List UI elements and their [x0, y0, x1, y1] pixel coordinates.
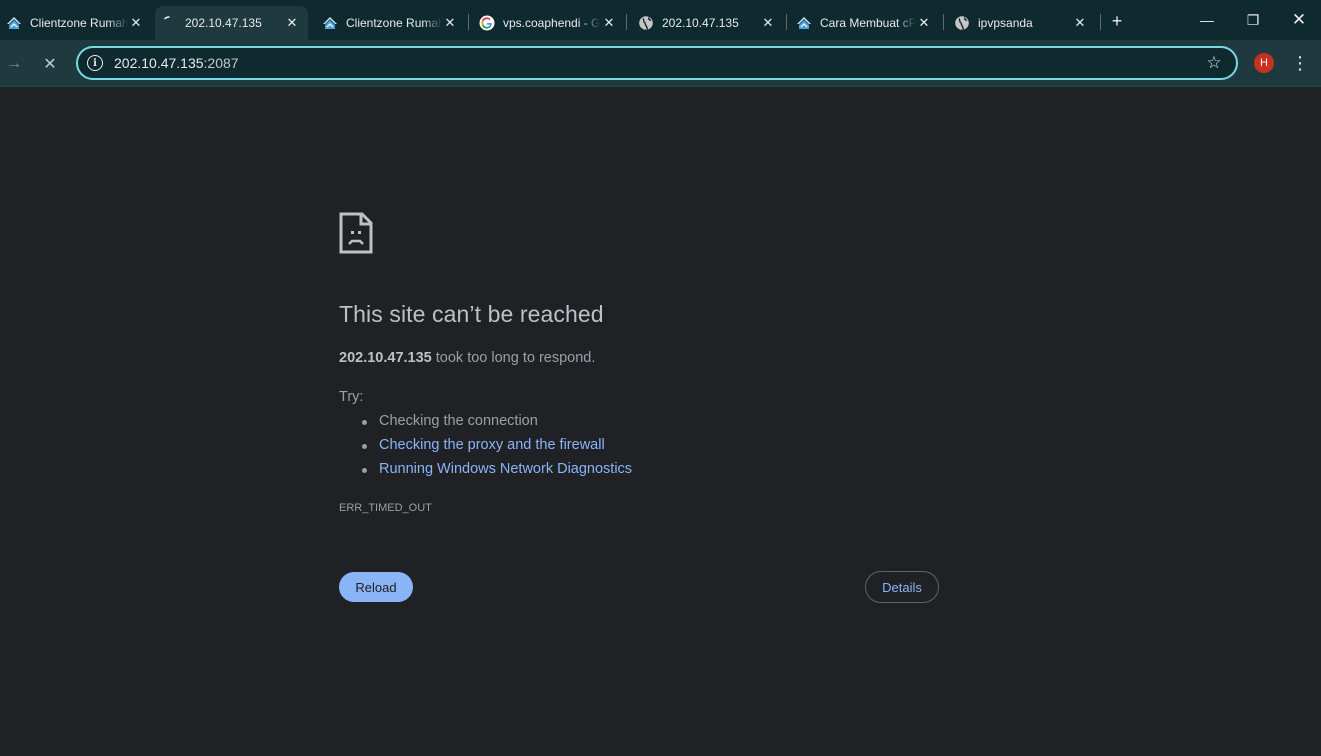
error-description: 202.10.47.135 took too long to respond.	[339, 350, 595, 366]
suggestion-proxy-firewall-link[interactable]: Checking the proxy and the firewall	[362, 437, 605, 453]
rumahweb-icon	[796, 15, 812, 31]
suggestion-check-connection: Checking the connection	[362, 413, 538, 429]
rumahweb-icon	[6, 15, 22, 31]
error-host: 202.10.47.135	[339, 350, 432, 366]
minimize-button[interactable]: —	[1184, 0, 1230, 40]
tab-cara-membuat[interactable]: Cara Membuat cPanel ✕	[790, 6, 940, 40]
new-tab-button[interactable]: +	[1106, 10, 1128, 32]
bookmark-star-icon[interactable]: ☆	[1204, 53, 1224, 73]
profile-avatar[interactable]: H	[1254, 53, 1274, 73]
error-code: ERR_TIMED_OUT	[339, 502, 432, 514]
close-tab-icon[interactable]: ✕	[760, 15, 776, 31]
close-tab-icon[interactable]: ✕	[1072, 15, 1088, 31]
url-text[interactable]: 202.10.47.135:2087	[114, 55, 1204, 71]
tab-title: 202.10.47.135	[662, 16, 739, 30]
try-label: Try:	[339, 389, 364, 405]
tab-clientzone-2[interactable]: Clientzone Rumahweb ✕	[316, 6, 466, 40]
globe-icon	[638, 15, 654, 31]
url-port: :2087	[203, 55, 239, 71]
globe-icon	[954, 15, 970, 31]
tab-active-202[interactable]: 202.10.47.135 ✕	[155, 6, 308, 40]
close-tab-icon[interactable]: ✕	[284, 15, 300, 31]
stop-loading-button[interactable]: ✕	[36, 50, 64, 78]
close-tab-icon[interactable]: ✕	[128, 15, 144, 31]
sad-page-icon	[339, 212, 373, 254]
site-info-icon[interactable]: i	[87, 55, 103, 71]
tab-title: ipvpsanda	[978, 16, 1033, 30]
tab-clientzone-1[interactable]: Clientzone Rumahweb ✕	[0, 6, 152, 40]
tab-separator	[786, 14, 787, 30]
browser-menu-button[interactable]: ⋮	[1288, 50, 1312, 76]
close-tab-icon[interactable]: ✕	[601, 15, 617, 31]
rumahweb-icon	[322, 15, 338, 31]
tab-separator	[468, 14, 469, 30]
loading-icon	[161, 15, 177, 31]
close-window-button[interactable]: ✕	[1276, 0, 1321, 40]
google-icon	[479, 15, 495, 31]
tab-strip: Clientzone Rumahweb ✕ 202.10.47.135 ✕ Cl…	[0, 0, 1321, 40]
error-page: This site can’t be reached 202.10.47.135…	[0, 88, 1321, 756]
tab-title: Clientzone Rumahweb	[346, 16, 442, 30]
error-title: This site can’t be reached	[339, 301, 604, 327]
tab-title: Clientzone Rumahweb	[30, 16, 128, 30]
tab-ipvpsanda[interactable]: ipvpsanda ✕	[948, 6, 1096, 40]
url-host: 202.10.47.135	[114, 55, 204, 71]
tab-title: Cara Membuat cPanel	[820, 16, 916, 30]
tab-title: 202.10.47.135	[185, 16, 262, 30]
restore-button[interactable]: ❐	[1230, 0, 1276, 40]
suggestion-network-diagnostics-link[interactable]: Running Windows Network Diagnostics	[361, 461, 632, 477]
tab-google-search[interactable]: vps.coaphendi - Google ✕	[473, 6, 625, 40]
tab-separator	[1100, 14, 1101, 30]
tab-separator	[943, 14, 944, 30]
close-tab-icon[interactable]: ✕	[916, 15, 932, 31]
close-tab-icon[interactable]: ✕	[442, 15, 458, 31]
tab-202-second[interactable]: 202.10.47.135 ✕	[632, 6, 784, 40]
tab-separator	[626, 14, 627, 30]
tab-title: vps.coaphendi - Google	[503, 16, 601, 30]
reload-button[interactable]: Reload	[339, 572, 413, 602]
forward-button[interactable]: →	[0, 50, 28, 78]
details-button[interactable]: Details	[865, 571, 939, 603]
toolbar: → ✕ i 202.10.47.135:2087 ☆ H ⋮	[0, 40, 1321, 87]
address-bar[interactable]: i 202.10.47.135:2087 ☆	[76, 46, 1238, 80]
error-message: took too long to respond.	[431, 350, 596, 366]
